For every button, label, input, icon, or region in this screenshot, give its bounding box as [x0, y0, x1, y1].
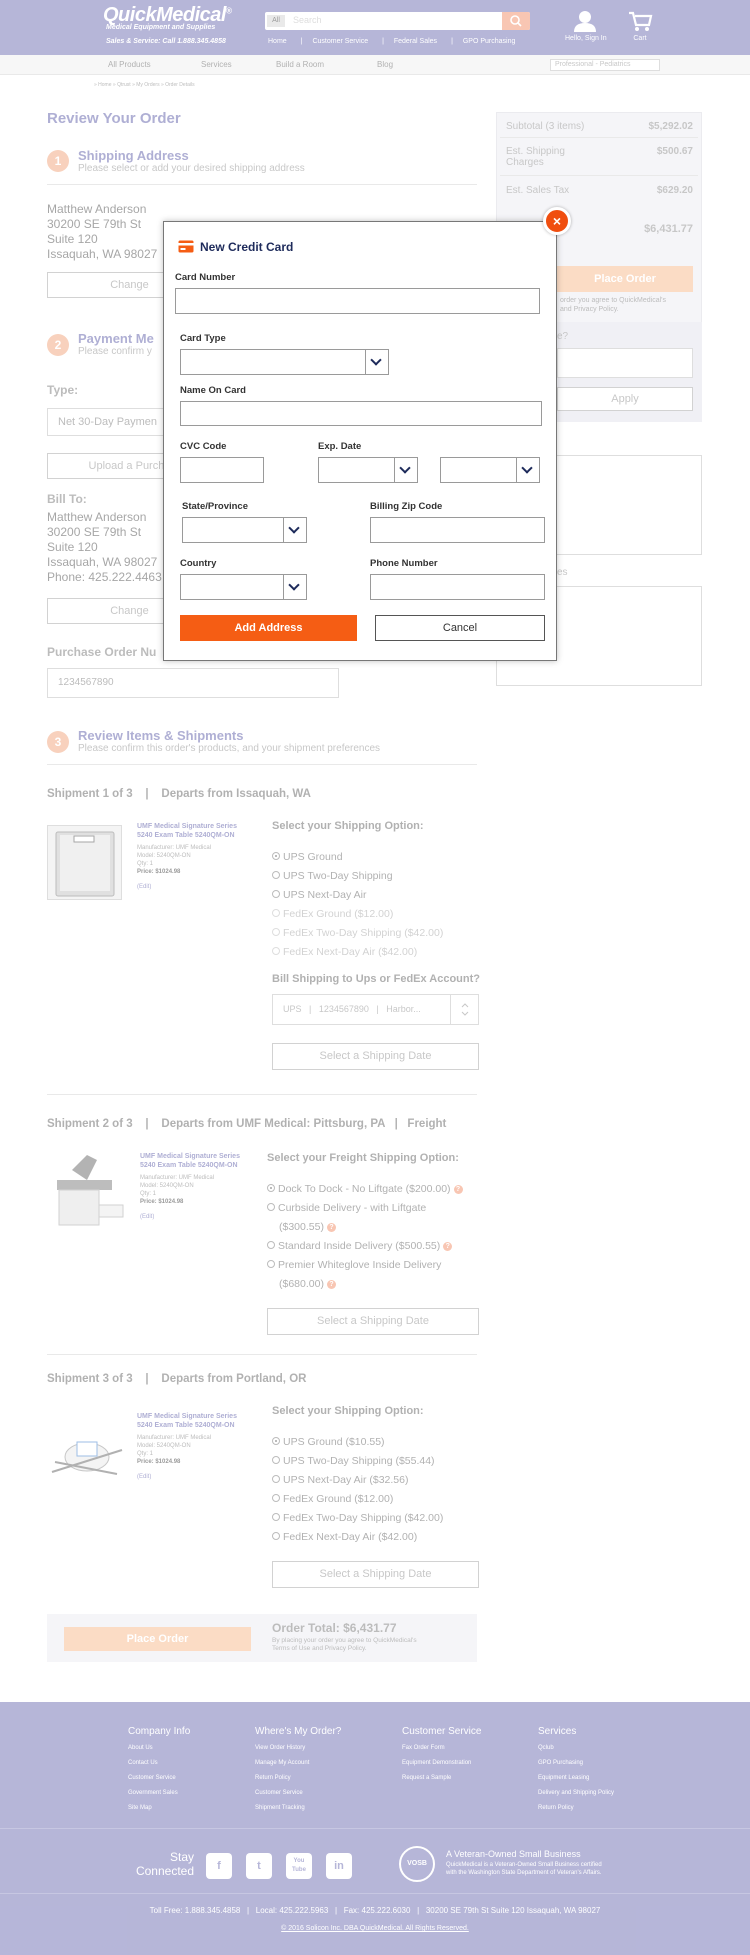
card-type-label: Card Type [180, 333, 226, 344]
cancel-button[interactable]: Cancel [375, 615, 545, 641]
close-icon[interactable]: × [543, 207, 571, 235]
zip-label: Billing Zip Code [370, 501, 443, 512]
credit-card-modal: New Credit Card Card Number Card Type Na… [163, 221, 557, 661]
credit-card-icon [178, 240, 194, 253]
country-dropdown[interactable] [283, 574, 307, 600]
card-type-select[interactable] [180, 349, 366, 375]
name-on-card-label: Name On Card [180, 385, 246, 396]
card-type-dropdown[interactable] [365, 349, 389, 375]
state-label: State/Province [182, 501, 248, 512]
exp-year-select[interactable] [440, 457, 517, 483]
cvc-label: CVC Code [180, 441, 227, 452]
card-number-label: Card Number [175, 272, 236, 283]
chevron-down-icon [288, 522, 300, 534]
cvc-input[interactable] [180, 457, 264, 483]
phone-label: Phone Number [370, 558, 438, 569]
exp-month-dropdown[interactable] [394, 457, 418, 483]
chevron-down-icon [370, 354, 382, 366]
name-on-card-input[interactable] [180, 401, 542, 426]
add-address-button[interactable]: Add Address [180, 615, 357, 641]
chevron-down-icon [288, 579, 300, 591]
exp-date-label: Exp. Date [318, 441, 362, 452]
chevron-down-icon [399, 462, 411, 474]
modal-title: New Credit Card [200, 240, 294, 254]
card-number-input[interactable] [175, 288, 540, 314]
exp-year-dropdown[interactable] [516, 457, 540, 483]
zip-input[interactable] [370, 517, 545, 543]
country-label: Country [180, 558, 217, 569]
chevron-down-icon [521, 462, 533, 474]
phone-input[interactable] [370, 574, 545, 600]
state-select[interactable] [182, 517, 284, 543]
country-select[interactable] [180, 574, 284, 600]
exp-month-select[interactable] [318, 457, 395, 483]
state-dropdown[interactable] [283, 517, 307, 543]
